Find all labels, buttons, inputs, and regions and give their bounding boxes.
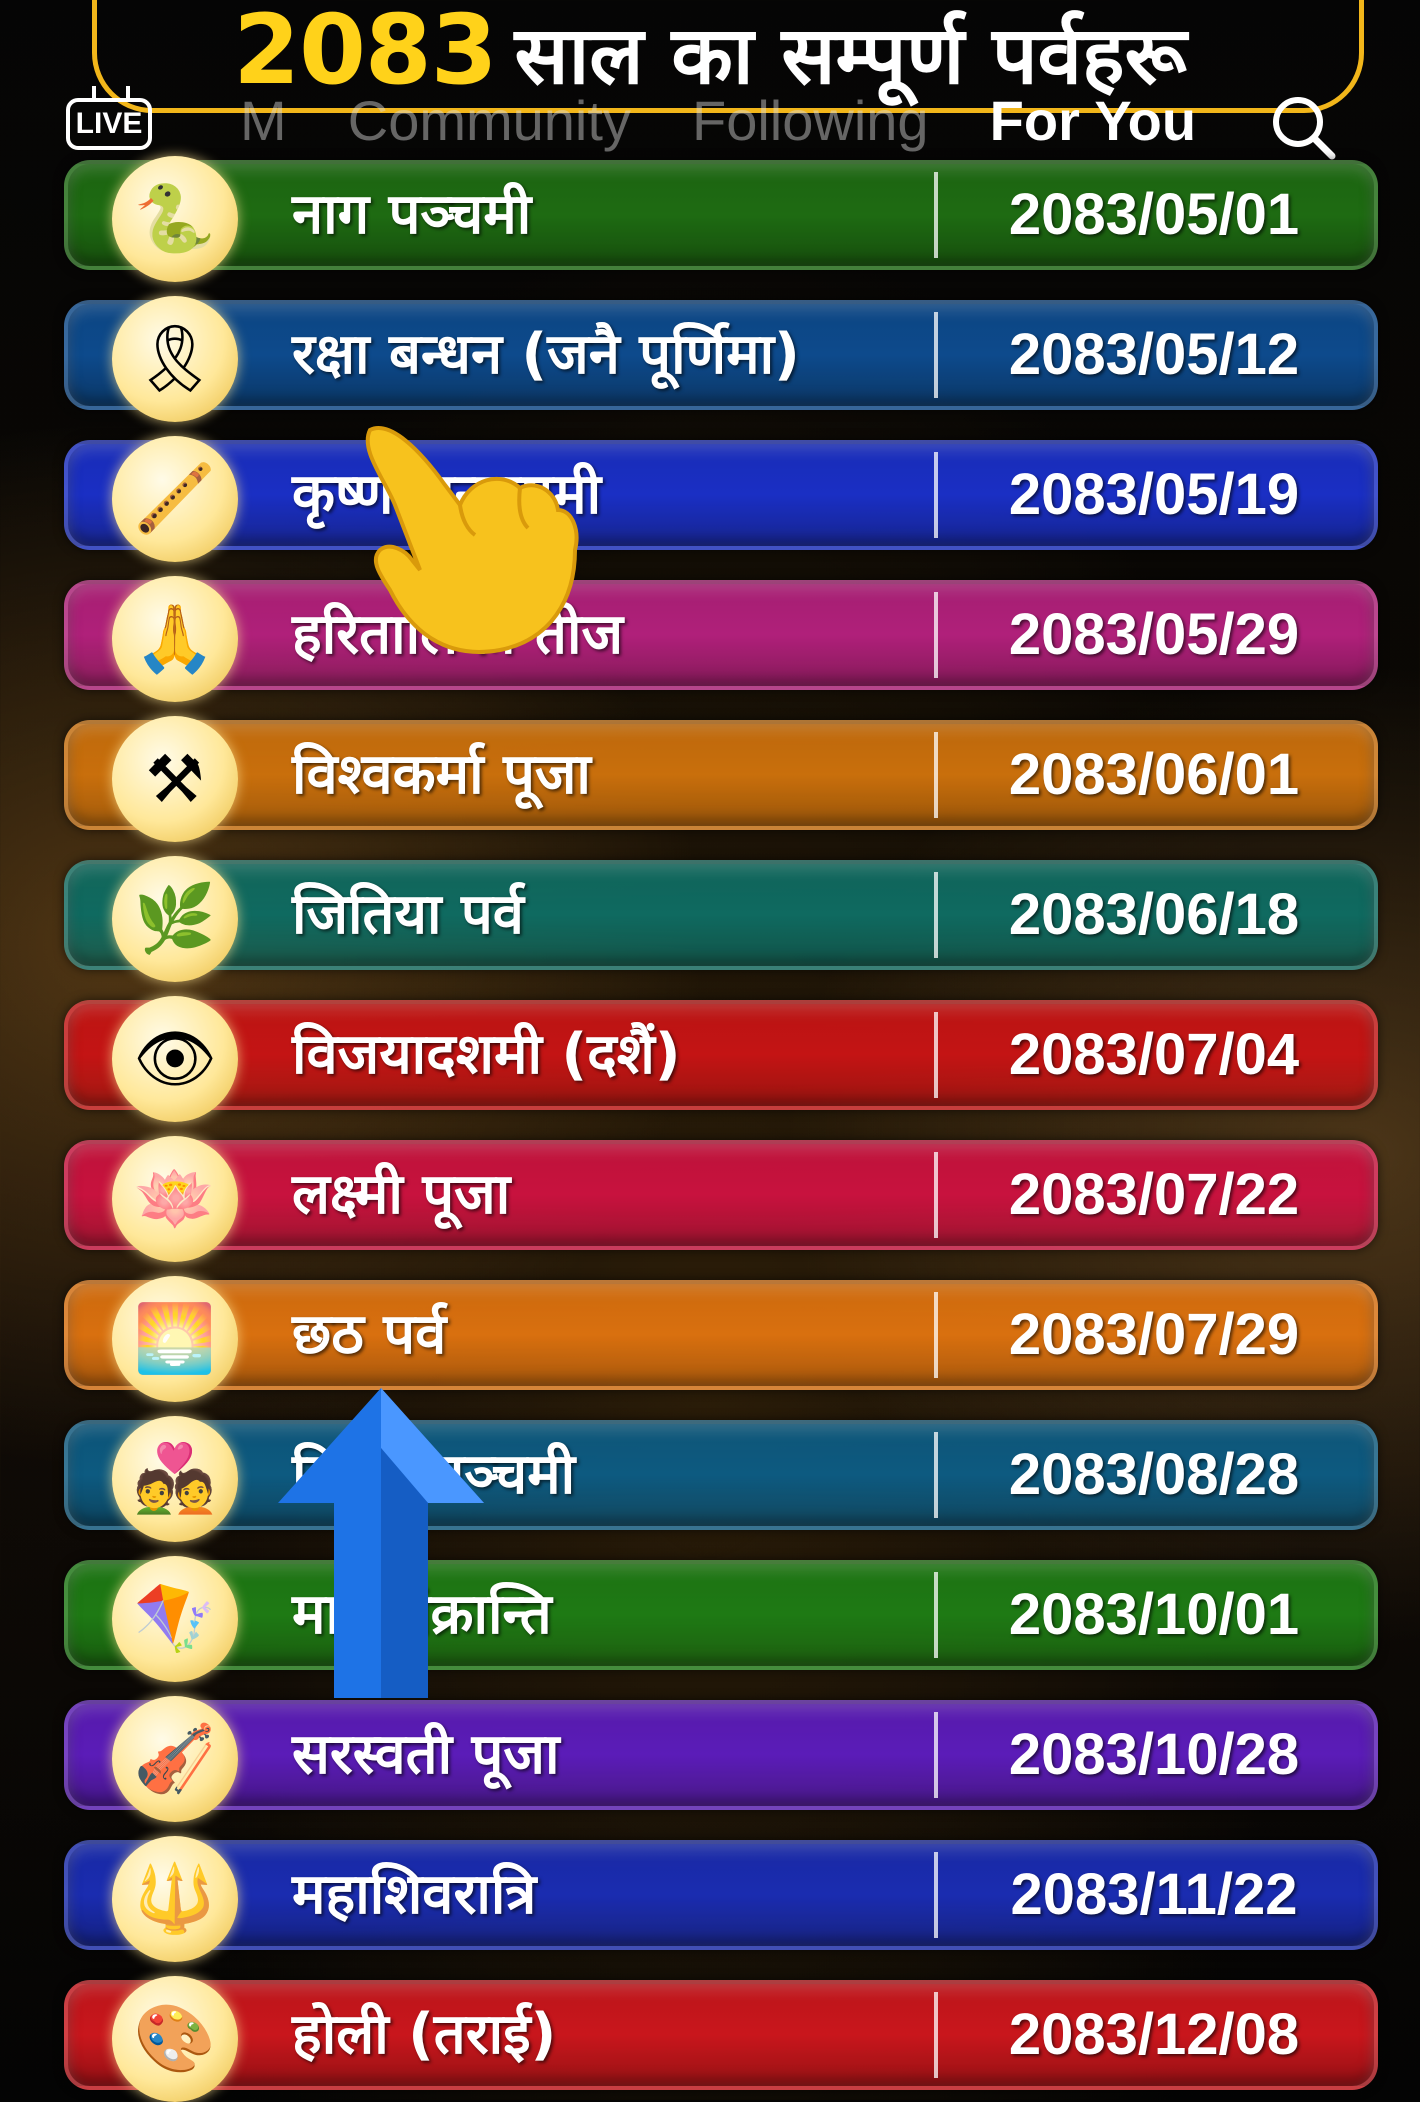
cobra-icon: 🐍 (112, 156, 238, 282)
festival-date: 2083/06/01 (1008, 742, 1300, 807)
search-icon[interactable] (1268, 92, 1338, 162)
lakshmi-icon: 🪷 (112, 1136, 238, 1262)
festival-date: 2083/06/18 (1008, 882, 1300, 947)
festival-name: विजयादशमी (दशैं) (292, 1022, 681, 1087)
festival-name: नाग पञ्चमी (292, 182, 532, 247)
festival-row: 🎗 रक्षा बन्धन (जनै पूर्णिमा) 2083/05/12 (64, 296, 1378, 422)
festival-name: सरस्वती पूजा (292, 1722, 560, 1787)
festival-date: 2083/05/29 (1008, 602, 1300, 667)
festival-row: 🐍 नाग पञ्चमी 2083/05/01 (64, 156, 1378, 282)
festival-date: 2083/07/29 (1008, 1302, 1300, 1367)
pointing-hand-icon (365, 426, 579, 654)
festival-name: होली (तराई) (292, 2002, 557, 2067)
festival-date: 2083/10/28 (1008, 1722, 1300, 1787)
festival-date: 2083/05/01 (1008, 182, 1300, 247)
kite-icon: 🪁 (112, 1556, 238, 1682)
couple-icon: 💑 (112, 1416, 238, 1542)
swipe-up-arrow-icon (278, 1388, 484, 1698)
festival-row: 🎻 सरस्वती पूजा 2083/10/28 (64, 1696, 1378, 1822)
festival-row: 🪈कृष्ण जन्माष्टमी2083/05/19 (64, 436, 1378, 562)
festival-date: 2083/07/22 (1008, 1162, 1300, 1227)
festival-date: 2083/10/01 (1008, 1582, 1300, 1647)
holi-colors-icon: 🎨 (112, 1976, 238, 2102)
shiva-icon: 🔱 (112, 1836, 238, 1962)
festival-row: 🌿 जितिया पर्व 2083/06/18 (64, 856, 1378, 982)
festival-row: 🎨 होली (तराई) 2083/12/08 (64, 1976, 1378, 2102)
festival-date: 2083/05/19 (1008, 462, 1300, 527)
festival-date: 2083/08/28 (1008, 1442, 1300, 1507)
woman-praying-icon: 🙏 (112, 576, 238, 702)
feed-top-bar: LIVE M Community Following For You (0, 86, 1420, 160)
tab-community[interactable]: Community (348, 88, 631, 153)
festival-date: 2083/05/12 (1008, 322, 1300, 387)
woman-with-plant-icon: 🌿 (112, 856, 238, 982)
tab-following[interactable]: Following (692, 88, 929, 153)
saraswati-icon: 🎻 (112, 1696, 238, 1822)
festival-row: ⚒ विश्वकर्मा पूजा 2083/06/01 (64, 716, 1378, 842)
festival-name: रक्षा बन्धन (जनै पूर्णिमा) (292, 322, 800, 387)
festival-name: विश्वकर्मा पूजा (292, 742, 591, 807)
rakhi-icon: 🎗 (112, 296, 238, 422)
krishna-icon: 🪈 (112, 436, 238, 562)
festival-date: 2083/11/22 (1010, 1862, 1298, 1927)
festival-name: महाशिवरात्रि (292, 1862, 537, 1927)
festival-date: 2083/12/08 (1008, 2002, 1300, 2067)
festival-row: 💑विवाह पञ्चमी2083/08/28 (64, 1416, 1378, 1542)
festival-name: जितिया पर्व (292, 882, 524, 947)
festival-row: 👁 विजयादशमी (दशैं) 2083/07/04 (64, 996, 1378, 1122)
tab-m[interactable]: M (240, 88, 287, 153)
sunrise-icon: 🌅 (112, 1276, 238, 1402)
durga-icon: 👁 (112, 996, 238, 1122)
festival-row: 🌅 छठ पर्व 2083/07/29 (64, 1276, 1378, 1402)
feed-tabs: M Community Following For You (240, 88, 1252, 153)
festival-row: 🪷 लक्ष्मी पूजा 2083/07/22 (64, 1136, 1378, 1262)
festival-row: 🪁 माघे संक्रान्ति 2083/10/01 (64, 1556, 1378, 1682)
festival-name: लक्ष्मी पूजा (292, 1162, 511, 1227)
festival-date: 2083/07/04 (1008, 1022, 1300, 1087)
tab-for-you[interactable]: For You (990, 88, 1196, 153)
festival-row: 🔱 महाशिवरात्रि 2083/11/22 (64, 1836, 1378, 1962)
tools-icon: ⚒ (112, 716, 238, 842)
live-icon[interactable]: LIVE (66, 98, 152, 150)
festival-row: 🙏 हरितालिका तीज 2083/05/29 (64, 576, 1378, 702)
festival-name: छठ पर्व (292, 1302, 447, 1367)
